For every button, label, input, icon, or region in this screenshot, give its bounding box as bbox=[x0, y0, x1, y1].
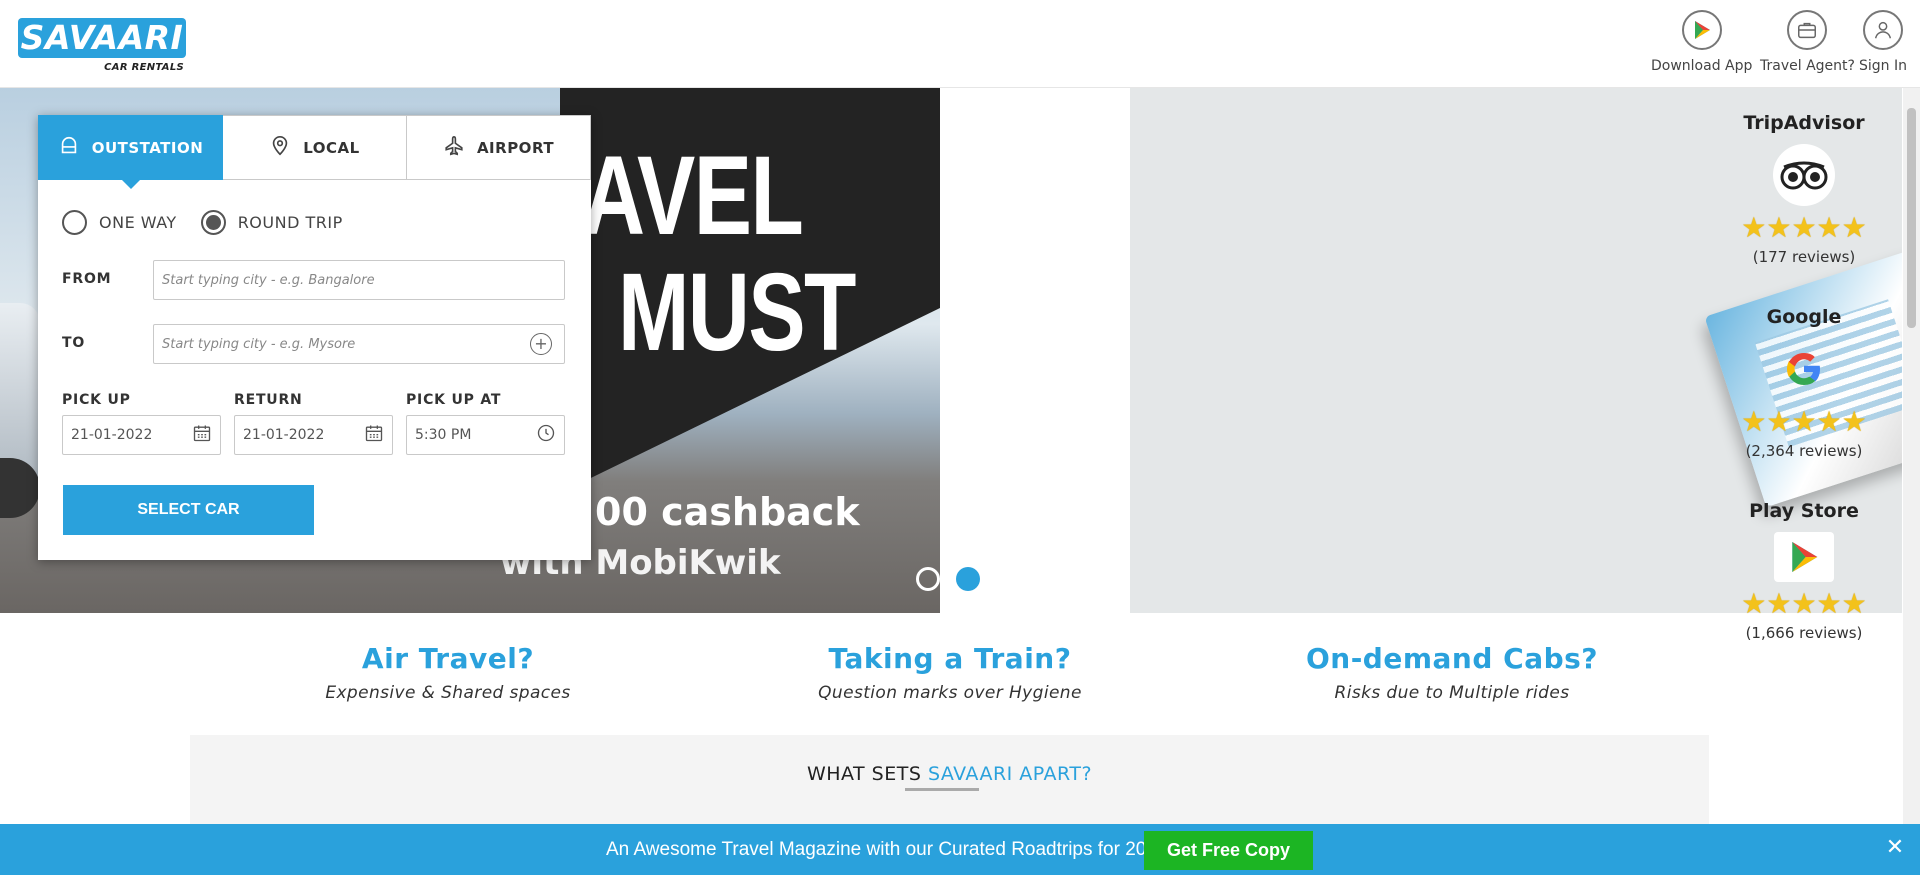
scrollbar-thumb[interactable] bbox=[1907, 108, 1916, 328]
from-city-input[interactable] bbox=[153, 260, 565, 300]
heading-underline bbox=[905, 788, 979, 791]
pain-point-title: Taking a Train? bbox=[828, 642, 1072, 675]
return-date-input[interactable]: 21-01-2022 bbox=[234, 415, 393, 455]
to-city-input[interactable] bbox=[153, 324, 565, 364]
pickup-date-value: 21-01-2022 bbox=[71, 427, 153, 443]
return-date-value: 21-01-2022 bbox=[243, 427, 325, 443]
play-store-icon bbox=[1774, 532, 1834, 582]
rating-reviews: (1,666 reviews) bbox=[1745, 624, 1863, 642]
rating-stars: ★★★★★ bbox=[1741, 405, 1867, 438]
carousel-dots bbox=[916, 567, 980, 591]
carousel-dot-1[interactable] bbox=[916, 567, 940, 591]
sign-in-label: Sign In bbox=[1859, 58, 1907, 74]
travel-agent-link[interactable]: Travel Agent? bbox=[1760, 10, 1855, 74]
download-app-link[interactable]: Download App bbox=[1651, 10, 1752, 74]
tab-local-label: LOCAL bbox=[303, 138, 360, 157]
heading-highlight: SAVAARI APART? bbox=[927, 763, 1093, 785]
pickup-date-label: PICK UP bbox=[62, 392, 131, 408]
pain-point-train: Taking a Train? Question marks over Hygi… bbox=[790, 642, 1110, 703]
pickup-time-label: PICK UP AT bbox=[406, 392, 502, 408]
rating-reviews: (2,364 reviews) bbox=[1745, 442, 1863, 460]
site-header: SAVAARI CAR RENTALS Download App Travel … bbox=[0, 0, 1920, 88]
rating-stars: ★★★★★ bbox=[1741, 587, 1867, 620]
pickup-time-value: 5:30 PM bbox=[415, 427, 472, 443]
hero-headline-1: AVEL bbox=[582, 133, 804, 258]
promo-banner: An Awesome Travel Magazine with our Cura… bbox=[0, 824, 1920, 875]
radio-round-trip-circle bbox=[200, 210, 226, 235]
rating-reviews: (177 reviews) bbox=[1752, 248, 1856, 266]
download-app-label: Download App bbox=[1651, 58, 1753, 74]
pain-point-subtitle: Question marks over Hygiene bbox=[818, 683, 1082, 703]
promo-text: An Awesome Travel Magazine with our Cura… bbox=[606, 839, 1168, 860]
select-car-button[interactable]: SELECT CAR bbox=[63, 485, 314, 535]
logo-wordmark: SAVAARI bbox=[18, 18, 186, 58]
calendar-icon bbox=[192, 423, 212, 447]
booking-widget: OUTSTATION LOCAL AIRPORT ONE WAY ROUND T… bbox=[38, 115, 591, 560]
play-store-icon bbox=[1681, 10, 1722, 50]
tab-local[interactable]: LOCAL bbox=[223, 115, 407, 180]
add-stop-button[interactable]: + bbox=[530, 333, 552, 355]
carousel-dot-2[interactable] bbox=[956, 567, 980, 591]
pain-point-cabs: On-demand Cabs? Risks due to Multiple ri… bbox=[1292, 642, 1612, 703]
radio-selected-dot bbox=[205, 215, 221, 230]
section-heading: WHAT SETS SAVAARI APART? bbox=[190, 763, 1709, 785]
tripadvisor-owl-icon bbox=[1773, 144, 1835, 206]
logo-tagline: CAR RENTALS bbox=[104, 62, 184, 73]
travel-agent-label: Travel Agent? bbox=[1760, 58, 1855, 74]
rating-tripadvisor[interactable]: TripAdvisor ★★★★★ (177 reviews) bbox=[1720, 112, 1888, 266]
from-label: FROM bbox=[62, 271, 112, 287]
page-scrollbar[interactable] bbox=[1903, 88, 1920, 825]
pain-point-subtitle: Expensive & Shared spaces bbox=[325, 683, 571, 703]
pickup-time-input[interactable]: 5:30 PM bbox=[406, 415, 565, 455]
plus-icon: + bbox=[534, 334, 548, 353]
location-pin-icon bbox=[269, 135, 291, 161]
rating-title: TripAdvisor bbox=[1743, 112, 1865, 134]
to-label: TO bbox=[62, 335, 86, 351]
sign-in-link[interactable]: Sign In bbox=[1859, 10, 1907, 74]
rating-google[interactable]: Google ★★★★★ (2,364 reviews) bbox=[1720, 306, 1888, 460]
rating-stars: ★★★★★ bbox=[1741, 211, 1867, 244]
close-icon[interactable]: ✕ bbox=[1883, 836, 1907, 860]
clock-icon bbox=[536, 423, 556, 447]
radio-one-way-circle bbox=[62, 210, 87, 235]
pickup-date-input[interactable]: 21-01-2022 bbox=[62, 415, 221, 455]
get-free-copy-button[interactable]: Get Free Copy bbox=[1144, 831, 1313, 870]
pain-point-subtitle: Risks due to Multiple rides bbox=[1334, 683, 1570, 703]
calendar-icon bbox=[364, 423, 384, 447]
radio-one-way-label: ONE WAY bbox=[99, 213, 177, 232]
user-icon bbox=[1863, 10, 1903, 50]
trip-category-tabs: OUTSTATION LOCAL AIRPORT bbox=[38, 115, 591, 189]
rating-title: Google bbox=[1766, 306, 1842, 328]
tab-outstation-label: OUTSTATION bbox=[91, 138, 204, 157]
airplane-icon bbox=[443, 135, 465, 161]
hero-headline-2: MUST bbox=[618, 251, 856, 374]
what-sets-apart-section: WHAT SETS SAVAARI APART? bbox=[190, 735, 1709, 835]
tab-outstation[interactable]: OUTSTATION bbox=[38, 115, 223, 189]
car-front-icon bbox=[58, 135, 80, 161]
radio-round-trip-label: ROUND TRIP bbox=[237, 213, 343, 232]
rating-title: Play Store bbox=[1749, 500, 1859, 522]
return-date-label: RETURN bbox=[234, 392, 303, 408]
trip-type-radios: ONE WAY ROUND TRIP bbox=[62, 210, 343, 235]
hero-cashback-text: 00 cashback bbox=[595, 490, 860, 534]
radio-round-trip[interactable]: ROUND TRIP bbox=[200, 210, 343, 235]
google-g-icon bbox=[1773, 338, 1835, 400]
rating-play-store[interactable]: Play Store ★★★★★ (1,666 reviews) bbox=[1720, 500, 1888, 642]
pain-point-title: On-demand Cabs? bbox=[1305, 642, 1599, 675]
savaari-logo[interactable]: SAVAARI CAR RENTALS bbox=[18, 18, 186, 74]
tab-airport[interactable]: AIRPORT bbox=[407, 115, 591, 180]
briefcase-icon bbox=[1787, 10, 1828, 50]
tab-airport-label: AIRPORT bbox=[476, 138, 555, 157]
pain-point-title: Air Travel? bbox=[361, 642, 535, 675]
pain-point-air: Air Travel? Expensive & Shared spaces bbox=[288, 642, 608, 703]
radio-one-way[interactable]: ONE WAY bbox=[62, 210, 177, 235]
heading-prefix: WHAT SETS bbox=[806, 763, 928, 785]
